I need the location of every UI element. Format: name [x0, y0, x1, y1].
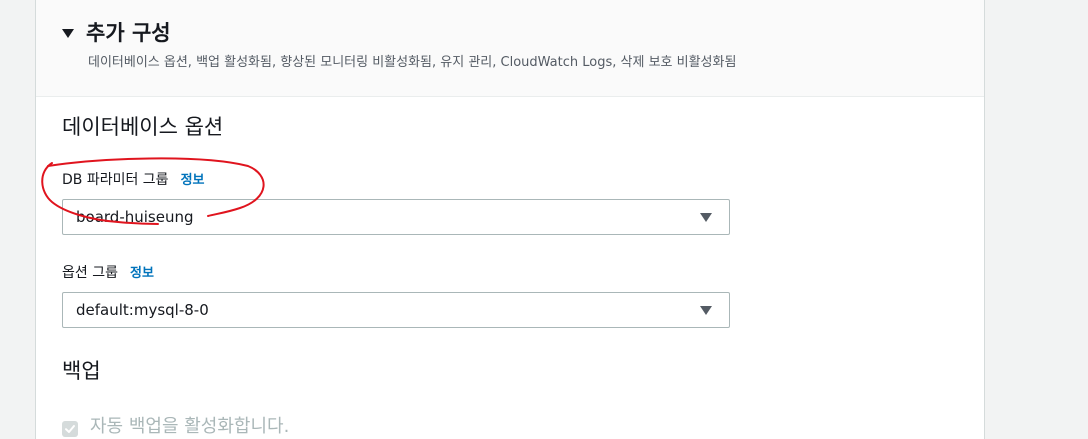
option-group-label: 옵션 그룹 정보: [62, 263, 154, 284]
page: 추가 구성 데이터베이스 옵션, 백업 활성화됨, 향상된 모니터링 비활성화됨…: [0, 0, 1088, 439]
auto-backup-label: 자동 백업을 활성화합니다.: [90, 416, 290, 437]
auto-backup-row: 자동 백업을 활성화합니다.: [62, 414, 289, 439]
db-parameter-group-label: DB 파라미터 그룹 정보: [62, 170, 205, 191]
backup-title: 백업: [62, 359, 101, 383]
db-options-title: 데이터베이스 옵션: [62, 115, 224, 139]
dropdown-arrow-icon: [700, 306, 712, 315]
db-parameter-group-select[interactable]: board-huiseung: [62, 199, 730, 235]
option-group-label-text: 옵션 그룹: [62, 265, 118, 281]
option-group-value: default:mysql-8-0: [76, 301, 209, 319]
db-parameter-group-info-link[interactable]: 정보: [181, 171, 205, 191]
dropdown-arrow-icon: [700, 213, 712, 222]
db-parameter-group-value: board-huiseung: [76, 208, 194, 226]
additional-config-expander[interactable]: 추가 구성: [62, 19, 171, 47]
additional-config-description: 데이터베이스 옵션, 백업 활성화됨, 향상된 모니터링 비활성화됨, 유지 관…: [88, 55, 737, 70]
db-parameter-group-label-text: DB 파라미터 그룹: [62, 172, 169, 188]
auto-backup-checkbox[interactable]: [62, 421, 78, 437]
option-group-info-link[interactable]: 정보: [130, 264, 154, 284]
additional-config-panel: 추가 구성 데이터베이스 옵션, 백업 활성화됨, 향상된 모니터링 비활성화됨…: [35, 0, 985, 439]
check-icon: [65, 425, 75, 433]
additional-config-header: 추가 구성 데이터베이스 옵션, 백업 활성화됨, 향상된 모니터링 비활성화됨…: [36, 0, 984, 97]
option-group-select[interactable]: default:mysql-8-0: [62, 292, 730, 328]
caret-down-icon: [62, 28, 74, 38]
additional-config-title: 추가 구성: [86, 21, 171, 45]
